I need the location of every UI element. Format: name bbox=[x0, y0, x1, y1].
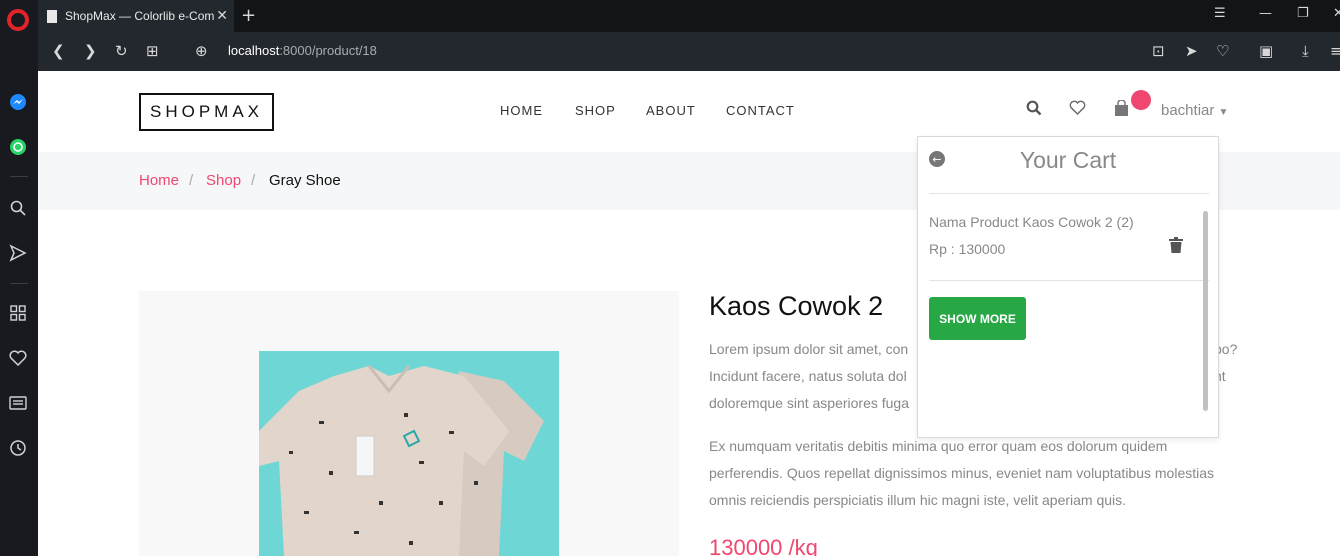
divider bbox=[929, 193, 1209, 194]
trash-icon[interactable] bbox=[1169, 237, 1183, 253]
show-more-button[interactable]: SHOW MORE bbox=[929, 297, 1026, 340]
nav-about[interactable]: ABOUT bbox=[646, 103, 696, 118]
address-toolbar: ❮ ❯ ↻ ⊞ ⊕ localhost:8000/product/18 ⊡ ➤ … bbox=[38, 32, 1340, 71]
site-logo[interactable]: SHOPMAX bbox=[139, 93, 274, 131]
tab-menu-icon[interactable]: ☰ bbox=[1214, 6, 1226, 21]
product-description-2: Ex numquam veritatis debitis minima quo … bbox=[709, 438, 1215, 508]
close-window-icon[interactable]: ✕ bbox=[1333, 6, 1340, 21]
bookmark-heart-icon[interactable]: ♡ bbox=[1216, 42, 1229, 60]
forward-icon[interactable]: ❯ bbox=[84, 42, 97, 60]
back-icon[interactable]: ❮ bbox=[52, 42, 65, 60]
news-icon[interactable] bbox=[8, 393, 28, 413]
extension-icon[interactable]: ▣ bbox=[1259, 42, 1273, 60]
new-tab-button[interactable]: + bbox=[241, 5, 256, 26]
cart-title: Your Cart bbox=[1019, 147, 1117, 173]
product-price: 130000 /kg bbox=[709, 535, 818, 556]
divider bbox=[929, 280, 1209, 281]
product-image[interactable] bbox=[259, 351, 559, 556]
minimize-icon[interactable]: — bbox=[1259, 6, 1272, 21]
breadcrumb-home[interactable]: Home bbox=[139, 172, 179, 189]
caret-down-icon: ▼ bbox=[1218, 107, 1229, 118]
breadcrumb-current: Gray Shoe bbox=[269, 172, 341, 189]
breadcrumb-separator: / bbox=[251, 172, 256, 189]
send-page-icon[interactable]: ➤ bbox=[1185, 42, 1198, 60]
breadcrumb-shop[interactable]: Shop bbox=[206, 172, 241, 189]
page-icon bbox=[47, 9, 57, 23]
address-bar[interactable]: localhost:8000/product/18 bbox=[228, 43, 377, 58]
site-info-icon[interactable]: ⊕ bbox=[195, 42, 208, 60]
messenger-icon[interactable] bbox=[8, 92, 28, 112]
search-icon[interactable] bbox=[1026, 100, 1042, 120]
nav-home[interactable]: HOME bbox=[500, 103, 543, 118]
tab-title: ShopMax — Colorlib e-Commerce bbox=[65, 9, 215, 23]
cart-count-badge bbox=[1131, 90, 1151, 110]
close-tab-icon[interactable]: ✕ bbox=[216, 8, 228, 24]
history-icon[interactable] bbox=[8, 438, 28, 458]
shopping-bag-icon[interactable] bbox=[1113, 99, 1130, 121]
send-icon[interactable] bbox=[8, 243, 28, 263]
wishlist-heart-icon[interactable] bbox=[1069, 100, 1086, 119]
page-content: SHOPMAX HOME SHOP ABOUT CONTACT bachtiar… bbox=[38, 71, 1340, 556]
snapshot-icon[interactable]: ⊡ bbox=[1152, 42, 1165, 60]
search-icon[interactable] bbox=[8, 198, 28, 218]
reload-icon[interactable]: ↻ bbox=[115, 42, 128, 60]
user-menu[interactable]: bachtiar ▼ bbox=[1161, 102, 1228, 119]
download-icon[interactable]: ⤓ bbox=[1302, 42, 1309, 60]
nav-contact[interactable]: CONTACT bbox=[726, 103, 795, 118]
breadcrumb-separator: / bbox=[189, 172, 194, 189]
product-image-panel bbox=[139, 291, 679, 556]
product-title: Kaos Cowok 2 bbox=[709, 291, 884, 321]
whatsapp-icon[interactable] bbox=[8, 137, 28, 157]
browser-tab[interactable]: ShopMax — Colorlib e-Commerce ✕ bbox=[38, 0, 234, 32]
restore-icon[interactable]: ❐ bbox=[1297, 6, 1309, 21]
speed-dial-icon[interactable] bbox=[8, 303, 28, 323]
cart-scrollbar[interactable] bbox=[1203, 211, 1208, 411]
cart-item-name: Nama Product Kaos Cowok 2 (2) bbox=[929, 214, 1134, 230]
menu-icon[interactable]: ≡ bbox=[1330, 42, 1340, 60]
heart-icon[interactable] bbox=[8, 348, 28, 368]
browser-sidebar bbox=[0, 0, 38, 556]
cart-dropdown: ← Your Cart Nama Product Kaos Cowok 2 (2… bbox=[917, 136, 1219, 438]
opera-logo-icon[interactable] bbox=[7, 9, 29, 31]
nav-shop[interactable]: SHOP bbox=[575, 103, 616, 118]
tab-bar: ShopMax — Colorlib e-Commerce ✕ + ☰ — ❐ … bbox=[38, 0, 1340, 32]
tabs-grid-icon[interactable]: ⊞ bbox=[146, 42, 159, 60]
cart-item-price: Rp : 130000 bbox=[929, 241, 1006, 257]
product-description-overflow: bo? nt bbox=[1214, 341, 1238, 384]
